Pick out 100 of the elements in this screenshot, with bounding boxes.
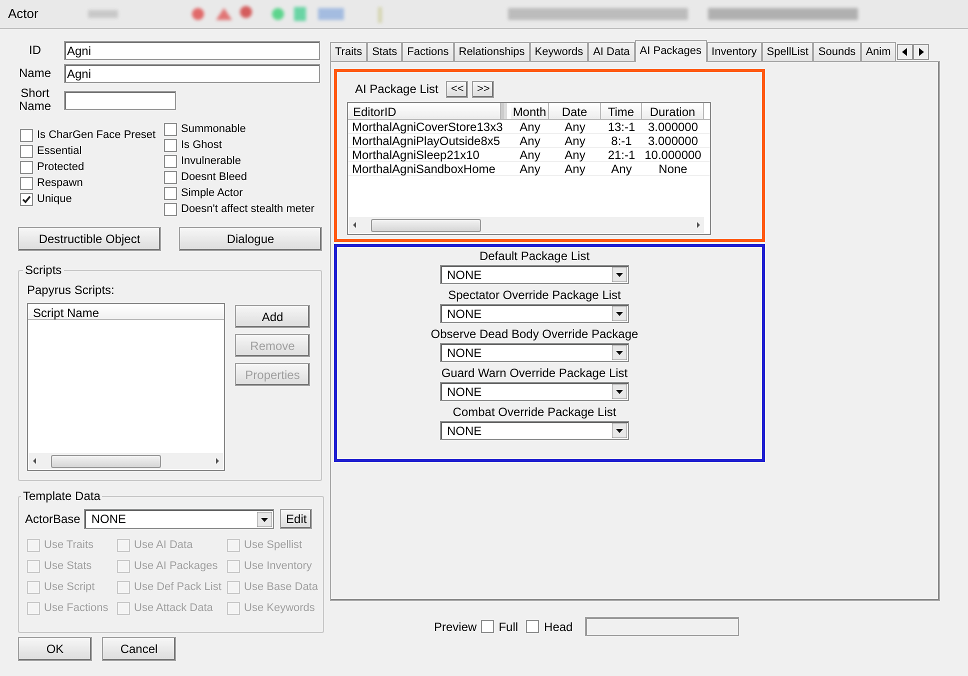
checkbox-label: Simple Actor: [181, 186, 243, 201]
tab[interactable]: AI Packages: [634, 40, 707, 62]
tab[interactable]: AI Data: [588, 42, 635, 61]
checkbox-label: Use AI Packages: [134, 558, 218, 574]
column-header[interactable]: Date: [549, 103, 601, 119]
tab[interactable]: Anim: [860, 42, 896, 61]
push-button[interactable]: <<: [446, 80, 468, 98]
checkbox[interactable]: [20, 160, 33, 174]
table-cell-text: Any: [518, 134, 542, 147]
push-button[interactable]: >>: [472, 80, 494, 98]
table-cell-text: Any: [518, 162, 542, 175]
script-list[interactable]: Script Name: [27, 303, 225, 471]
dropdown[interactable]: NONE: [440, 421, 629, 440]
column-header[interactable]: Script Name: [28, 304, 224, 320]
dropdown[interactable]: NONE: [440, 304, 629, 323]
dropdown-label: Observe Dead Body Override Package: [430, 327, 638, 341]
push-button[interactable]: OK: [18, 637, 92, 661]
tab[interactable]: Sounds: [813, 42, 861, 61]
checkbox-label: Use Attack Data: [134, 600, 213, 616]
checkbox[interactable]: [526, 620, 540, 633]
column-header[interactable]: Month: [511, 103, 549, 119]
group-title: Scripts: [24, 262, 63, 279]
checkbox-label: Use Factions: [44, 600, 108, 616]
field-label: Name: [18, 67, 52, 80]
scroll-left-icon[interactable]: [896, 44, 913, 60]
text-field[interactable]: Agni: [64, 64, 320, 83]
checkbox[interactable]: [164, 138, 177, 152]
dropdown[interactable]: NONE: [84, 509, 274, 529]
dropdown[interactable]: NONE: [440, 343, 629, 362]
table-cell-text: Any: [518, 148, 542, 161]
checkbox-label: Head: [544, 618, 573, 636]
dropdown-label: Guard Warn Override Package List: [441, 366, 628, 380]
table-cell-text: MorthalAgniCoverStore13x3: [351, 120, 501, 133]
horizontal-scrollbar[interactable]: [29, 453, 223, 469]
table-cell-text: Any: [564, 134, 586, 147]
table-cell-text: 8:-1: [610, 134, 633, 147]
checkbox[interactable]: [164, 122, 177, 136]
text-field[interactable]: Agni: [64, 41, 320, 60]
checkbox[interactable]: [20, 192, 33, 206]
tab[interactable]: Factions: [402, 42, 454, 61]
table-cell-text: Any: [518, 120, 542, 133]
checkbox[interactable]: [164, 170, 177, 184]
checkbox-label: Summonable: [181, 122, 246, 137]
table-cell-text: Any: [564, 148, 586, 161]
tab[interactable]: Stats: [367, 42, 402, 61]
table-cell-text: Any: [564, 120, 586, 133]
checkbox-label: Use Script: [44, 580, 95, 595]
column-header[interactable]: Time: [601, 103, 642, 119]
table-cell-text: MorthalAgniSandboxHome: [351, 162, 496, 175]
preview-label: Preview: [434, 618, 477, 636]
push-button[interactable]: Cancel: [102, 637, 176, 661]
checkbox-label: Use Stats: [44, 558, 92, 574]
checkbox[interactable]: [164, 186, 177, 200]
checkbox-label: Doesn't affect stealth meter: [181, 202, 314, 217]
checkbox-label: Use Base Data: [244, 580, 318, 595]
column-header[interactable]: Duration: [642, 103, 704, 119]
dropdown-arrow-icon: [612, 345, 627, 360]
group-title: Template Data: [22, 488, 102, 505]
table-cell-text: 13:-1: [606, 120, 636, 133]
tab[interactable]: Traits: [330, 42, 368, 61]
checkbox-label: Use AI Data: [134, 538, 193, 553]
checkbox[interactable]: [20, 144, 33, 158]
checkbox-label: Essential: [37, 144, 82, 159]
tab[interactable]: Relationships: [454, 42, 530, 61]
checkbox[interactable]: [164, 154, 177, 168]
dropdown-arrow-icon: [612, 423, 627, 438]
checkbox-label: Unique: [37, 192, 72, 207]
table-cell-text: Any: [564, 162, 586, 175]
field-label: ID: [28, 44, 42, 57]
tab[interactable]: Keywords: [530, 42, 588, 61]
checkbox[interactable]: [20, 128, 33, 142]
push-button[interactable]: Destructible Object: [18, 227, 161, 251]
push-button[interactable]: Edit: [280, 509, 312, 529]
dropdown-label: Combat Override Package List: [452, 405, 616, 419]
push-button[interactable]: Add: [235, 305, 310, 328]
table-cell-text: MorthalAgniPlayOutside8x5: [351, 134, 501, 147]
table-cell-text: 3.000000: [646, 134, 700, 147]
dropdown-arrow-icon: [257, 512, 272, 526]
table-cell-text: 3.000000: [646, 120, 700, 133]
checkbox[interactable]: [164, 202, 177, 216]
checkbox[interactable]: [20, 176, 33, 190]
checkbox-label: Doesnt Bleed: [181, 170, 248, 185]
dropdown-label: Spectator Override Package List: [448, 288, 621, 302]
checkbox-label: Invulnerable: [181, 154, 241, 169]
tab[interactable]: SpellList: [762, 42, 814, 61]
horizontal-scrollbar[interactable]: [349, 217, 704, 233]
dropdown[interactable]: NONE: [440, 382, 629, 401]
text-field[interactable]: [64, 90, 176, 110]
checkbox-label: Protected: [37, 160, 84, 175]
dropdown-label: Default Package List: [479, 249, 590, 263]
scroll-right-icon[interactable]: [912, 44, 929, 60]
checkbox[interactable]: [480, 620, 494, 633]
tab[interactable]: Inventory: [706, 42, 762, 61]
checkbox-label: Is Ghost: [181, 138, 222, 153]
table-cell-text: None: [658, 162, 688, 175]
checkbox-label: Use Spellist: [244, 538, 302, 553]
field-label: ActorBase: [25, 511, 80, 528]
push-button[interactable]: Dialogue: [179, 227, 322, 251]
checkbox-label: Full: [498, 618, 518, 636]
dropdown[interactable]: NONE: [440, 265, 629, 284]
